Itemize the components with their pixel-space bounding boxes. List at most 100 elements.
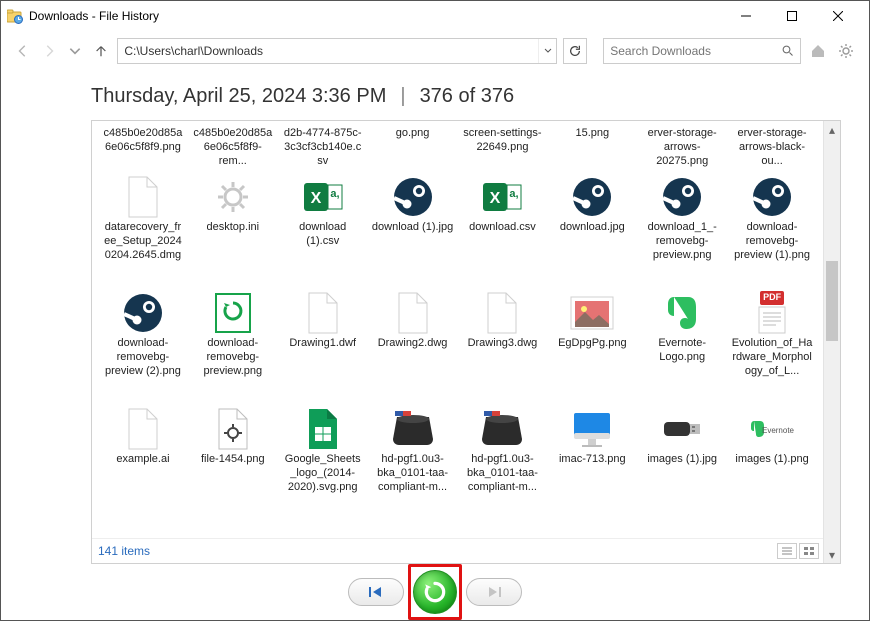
forward-button[interactable] xyxy=(39,40,59,62)
file-item[interactable]: desktop.ini xyxy=(190,171,276,287)
sheets-icon xyxy=(297,405,349,453)
file-pane: c485b0e20d85a6e06c5f8f9.pngc485b0e20d85a… xyxy=(91,120,841,564)
content-wrap: Thursday, April 25, 2024 3:36 PM | 376 o… xyxy=(1,71,869,564)
file-item[interactable]: download-removebg-preview (2).png xyxy=(100,287,186,403)
status-bar: 141 items xyxy=(92,538,823,563)
file-label: d2b-4774-875c-3c3cf3cb140e.csv xyxy=(282,127,364,168)
file-label: download-removebg-preview.png xyxy=(192,337,274,378)
svg-text:X: X xyxy=(490,190,501,207)
file-item[interactable]: d2b-4774-875c-3c3cf3cb140e.csv xyxy=(280,125,366,171)
svg-text:a,: a, xyxy=(510,188,519,200)
file-item[interactable]: hd-pgf1.0u3-bka_0101-taa-compliant-m... xyxy=(370,403,456,519)
imac-icon xyxy=(566,405,618,453)
svg-text:X: X xyxy=(310,190,321,207)
scroll-up-arrow[interactable]: ▴ xyxy=(824,121,840,138)
recent-dropdown[interactable] xyxy=(65,40,85,62)
file-item[interactable]: download-removebg-preview.png xyxy=(190,287,276,403)
file-item[interactable]: Drawing1.dwf xyxy=(280,287,366,403)
file-item[interactable]: Evernote-Logo.png xyxy=(639,287,725,403)
file-item[interactable]: c485b0e20d85a6e06c5f8f9-rem... xyxy=(190,125,276,171)
file-item[interactable]: erver-storage-arrows-20275.png xyxy=(639,125,725,171)
file-item[interactable]: PDFEvolution_of_Hardware_Morphology_of_L… xyxy=(729,287,815,403)
file-item[interactable]: 15.png xyxy=(549,125,635,171)
file-item[interactable]: imac-713.png xyxy=(549,403,635,519)
file-item[interactable]: hd-pgf1.0u3-bka_0101-taa-compliant-m... xyxy=(460,403,546,519)
next-version-button[interactable] xyxy=(466,578,522,606)
steam-icon xyxy=(387,173,439,221)
snapshot-heading: Thursday, April 25, 2024 3:36 PM | 376 o… xyxy=(91,71,841,120)
file-history-window: Downloads - File History Thursday, April… xyxy=(0,0,870,621)
file-label: download-removebg-preview (2).png xyxy=(102,337,184,378)
history-controls xyxy=(1,564,869,620)
file-item[interactable]: download.jpg xyxy=(549,171,635,287)
settings-button[interactable] xyxy=(835,39,857,63)
file-item[interactable]: Google_Sheets_logo_(2014-2020).svg.png xyxy=(280,403,366,519)
file-item[interactable]: download-removebg-preview (1).png xyxy=(729,171,815,287)
file-label: hd-pgf1.0u3-bka_0101-taa-compliant-m... xyxy=(462,453,544,494)
pdf-icon: PDF xyxy=(746,289,798,337)
file-label: Evolution_of_Hardware_Morphology_of_L... xyxy=(731,337,813,378)
search-input[interactable] xyxy=(604,44,776,58)
file-item[interactable]: example.ai xyxy=(100,403,186,519)
scroll-down-arrow[interactable]: ▾ xyxy=(824,546,840,563)
file-item[interactable]: Evernoteimages (1).png xyxy=(729,403,815,519)
minimize-button[interactable] xyxy=(723,1,769,31)
file-label: example.ai xyxy=(116,453,169,467)
file-item[interactable]: Xa,download (1).csv xyxy=(280,171,366,287)
file-item[interactable]: c485b0e20d85a6e06c5f8f9.png xyxy=(100,125,186,171)
steam-icon xyxy=(566,173,618,221)
address-bar[interactable] xyxy=(117,38,557,64)
file-item[interactable]: screen-settings-22649.png xyxy=(460,125,546,171)
address-input[interactable] xyxy=(118,44,538,58)
search-icon[interactable] xyxy=(776,45,800,57)
file-label: download.jpg xyxy=(560,221,625,235)
file-label: c485b0e20d85a6e06c5f8f9-rem... xyxy=(192,127,274,168)
file-item[interactable]: Drawing2.dwg xyxy=(370,287,456,403)
app-icon xyxy=(7,8,23,24)
address-dropdown[interactable] xyxy=(538,39,556,63)
hdd-icon xyxy=(387,405,439,453)
snapshot-timestamp: Thursday, April 25, 2024 3:36 PM xyxy=(91,85,386,108)
file-label: Evernote-Logo.png xyxy=(641,337,723,365)
blank-icon xyxy=(387,289,439,337)
file-item[interactable]: datarecovery_free_Setup_20240204.2645.dm… xyxy=(100,171,186,287)
file-item[interactable]: go.png xyxy=(370,125,456,171)
file-grid[interactable]: c485b0e20d85a6e06c5f8f9.pngc485b0e20d85a… xyxy=(92,121,823,538)
gear-icon xyxy=(207,173,259,221)
file-item[interactable]: erver-storage-arrows-black-ou... xyxy=(729,125,815,171)
file-item[interactable]: download_1_-removebg-preview.png xyxy=(639,171,725,287)
file-item[interactable]: images (1).jpg xyxy=(639,403,725,519)
refresh-green-icon xyxy=(207,289,259,337)
file-item[interactable]: EgDpgPg.png xyxy=(549,287,635,403)
restore-highlight xyxy=(408,564,462,620)
vertical-scrollbar[interactable]: ▴ ▾ xyxy=(823,121,840,563)
back-button[interactable] xyxy=(13,40,33,62)
refresh-button[interactable] xyxy=(563,38,587,64)
previous-version-button[interactable] xyxy=(348,578,404,606)
file-label: images (1).jpg xyxy=(647,453,717,467)
search-box[interactable] xyxy=(603,38,801,64)
evernote-icon xyxy=(656,289,708,337)
scroll-thumb[interactable] xyxy=(826,261,838,341)
close-button[interactable] xyxy=(815,1,861,31)
file-label: images (1).png xyxy=(735,453,808,467)
file-item[interactable]: Xa,download.csv xyxy=(460,171,546,287)
maximize-button[interactable] xyxy=(769,1,815,31)
file-label: Drawing2.dwg xyxy=(378,337,448,351)
view-icons-button[interactable] xyxy=(799,543,819,559)
file-label: 15.png xyxy=(575,127,609,141)
excel-icon: Xa, xyxy=(297,173,349,221)
home-button[interactable] xyxy=(807,39,829,63)
file-label: go.png xyxy=(396,127,430,141)
view-details-button[interactable] xyxy=(777,543,797,559)
file-label: erver-storage-arrows-black-ou... xyxy=(731,127,813,168)
file-label: desktop.ini xyxy=(207,221,260,235)
steam-icon xyxy=(117,289,169,337)
file-label: download (1).jpg xyxy=(372,221,453,235)
file-item[interactable]: download (1).jpg xyxy=(370,171,456,287)
file-item[interactable]: file-1454.png xyxy=(190,403,276,519)
file-item[interactable]: Drawing3.dwg xyxy=(460,287,546,403)
title-bar: Downloads - File History xyxy=(1,1,869,31)
up-button[interactable] xyxy=(91,40,111,62)
restore-button[interactable] xyxy=(413,570,457,614)
